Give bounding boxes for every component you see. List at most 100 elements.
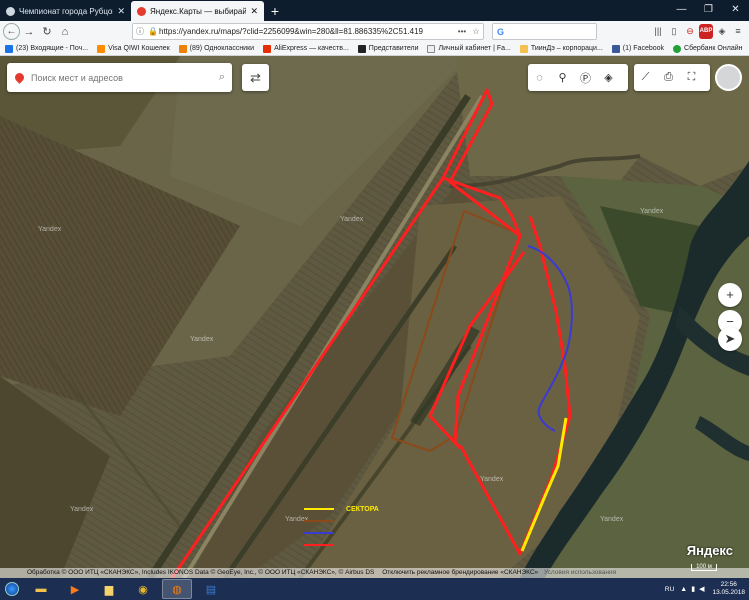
- bookmark-item[interactable]: (23) Входящие - Поч...: [5, 44, 88, 53]
- layers-icon[interactable]: ◈: [597, 71, 620, 84]
- search-icon[interactable]: ⌕: [212, 71, 232, 84]
- map-search-panel: ⌕: [7, 63, 232, 92]
- google-icon: G: [497, 26, 505, 37]
- bookmark-item[interactable]: AliExpress — качеств...: [263, 44, 349, 53]
- taskbar-chrome[interactable]: ◉: [128, 579, 158, 599]
- bookmark-item[interactable]: Сбербанк Онлайн: [673, 44, 742, 53]
- copyright-text: Обработка © ООО ИТЦ «СКАНЭКС», Includes …: [27, 569, 375, 576]
- play-icon: ▶: [70, 583, 80, 596]
- search-bar[interactable]: G: [492, 23, 597, 40]
- disable-branding-link[interactable]: Отключить рекламное брендирование «СКАНЭ…: [382, 569, 538, 576]
- taskbar-explorer[interactable]: ▬: [26, 579, 56, 599]
- navigation-bar: ← → ↻ ⌂ ⓘ 🔒 https://yandex.ru/maps/?clid…: [0, 21, 749, 42]
- zoom-in-button[interactable]: +: [718, 283, 742, 307]
- map-watermark: Yandex: [480, 476, 504, 483]
- language-indicator[interactable]: RU: [665, 586, 674, 593]
- reload-button[interactable]: ↻: [38, 25, 56, 38]
- bookmark-item[interactable]: (1) Facebook: [611, 44, 664, 53]
- tab-championship[interactable]: Чемпионат города Рубцовска по ✕: [0, 1, 131, 21]
- lock-icon: 🔒: [148, 27, 158, 36]
- word-icon: ▤: [205, 583, 217, 596]
- url-text[interactable]: https://yandex.ru/maps/?clid=2256099&win…: [159, 27, 455, 36]
- legend-swatch: [304, 532, 334, 534]
- close-tab-icon[interactable]: ✕: [250, 6, 258, 17]
- route-button[interactable]: ⇄: [242, 64, 269, 91]
- sberbank-icon: [673, 44, 682, 53]
- bookmark-item[interactable]: Личный кабинет | Fa...: [427, 44, 511, 53]
- map-watermark: Yandex: [340, 216, 364, 223]
- home-button[interactable]: ⌂: [56, 26, 74, 38]
- restore-button[interactable]: ❐: [695, 0, 722, 21]
- close-window-button[interactable]: ✕: [722, 0, 749, 21]
- menu-icon[interactable]: ≡: [731, 24, 745, 39]
- shield-icon[interactable]: ◈: [715, 24, 729, 39]
- satellite-imagery[interactable]: [0, 56, 749, 578]
- bookmark-item[interactable]: ТиинДэ – корпораци...: [519, 44, 603, 53]
- yandex-maps-pin-icon: [7, 71, 31, 84]
- avatar[interactable]: [715, 64, 742, 91]
- minimize-button[interactable]: —: [668, 0, 695, 21]
- address-bar[interactable]: ⓘ 🔒 https://yandex.ru/maps/?clid=2256099…: [132, 23, 484, 40]
- globe-icon: [6, 6, 15, 16]
- sidebar-icon[interactable]: ▯: [667, 24, 681, 39]
- tab-title: Яндекс.Карты — выбирайте, гд: [150, 6, 247, 16]
- block-icon[interactable]: ⊖: [683, 24, 697, 39]
- tab-yandex-maps[interactable]: Яндекс.Карты — выбирайте, гд ✕: [131, 1, 264, 21]
- start-button[interactable]: [0, 578, 24, 600]
- bookmark-label: Представители: [368, 45, 419, 52]
- new-tab-button[interactable]: +: [264, 1, 286, 21]
- legend-swatch: [304, 544, 334, 546]
- map-watermark: Yandex: [70, 506, 94, 513]
- parking-icon[interactable]: Ⓟ: [574, 70, 597, 86]
- info-icon[interactable]: ⓘ: [133, 26, 147, 37]
- library-icon[interactable]: |||: [651, 24, 665, 39]
- folder-icon: [519, 44, 528, 53]
- bookmark-label: (89) Одноклассники: [189, 45, 255, 52]
- map-legend: СЕКТОРА: [304, 503, 379, 551]
- map-watermark: Yandex: [190, 336, 214, 343]
- taskbar-media-player[interactable]: ▶: [60, 579, 90, 599]
- network-icon[interactable]: ▮: [691, 585, 695, 593]
- fullscreen-icon[interactable]: ⛶: [680, 71, 703, 84]
- geolocation-button[interactable]: ➤: [718, 327, 742, 351]
- chevron-up-icon[interactable]: ▲: [680, 586, 687, 593]
- bookmark-label: AliExpress — качеств...: [274, 45, 349, 52]
- map-search-input[interactable]: [31, 72, 212, 83]
- adblock-icon[interactable]: ABP: [699, 24, 713, 39]
- map-tools-controls: ⟋ ⎙ ⛶: [634, 64, 710, 91]
- page-actions-icon[interactable]: •••: [455, 27, 469, 36]
- back-button[interactable]: ←: [3, 23, 20, 40]
- taskbar-word[interactable]: ▤: [196, 579, 226, 599]
- traffic-icon[interactable]: ◌: [528, 72, 551, 84]
- map-viewport[interactable]: Yandex Yandex Yandex Yandex Yandex Yande…: [0, 56, 749, 578]
- toolbar-icons: ||| ▯ ⊖ ABP ◈ ≡: [651, 24, 745, 39]
- route-arrows-icon: ⇄: [250, 70, 261, 85]
- taskbar-firefox[interactable]: ◍: [162, 579, 192, 599]
- legend-row: СЕКТОРА: [304, 503, 379, 515]
- folder-icon: [427, 44, 436, 53]
- close-tab-icon[interactable]: ✕: [117, 6, 125, 17]
- bookmark-star-icon[interactable]: ☆: [469, 27, 483, 36]
- map-layers-controls: ◌ ⚲ Ⓟ ◈: [528, 64, 628, 91]
- aliexpress-icon: [263, 44, 272, 53]
- print-icon[interactable]: ⎙: [657, 71, 680, 84]
- tab-strip: Чемпионат города Рубцовска по ✕ Яндекс.К…: [0, 0, 749, 21]
- clock[interactable]: 22:56 13.05.2018: [712, 581, 745, 597]
- legend-swatch: [304, 520, 334, 522]
- bike-icon[interactable]: ⚲: [551, 71, 574, 84]
- chrome-icon: ◉: [138, 583, 148, 596]
- firefox-icon: ◍: [172, 583, 182, 596]
- terms-link[interactable]: Условия использования: [544, 569, 616, 576]
- bookmark-item[interactable]: Представители: [357, 44, 419, 53]
- map-watermark: Yandex: [640, 208, 664, 215]
- volume-icon[interactable]: ◀: [699, 585, 704, 593]
- taskbar-files[interactable]: ▆: [94, 579, 124, 599]
- mail-icon: [5, 44, 13, 53]
- ruler-icon[interactable]: ⟋: [634, 71, 657, 84]
- yandex-logo: Яндекс: [686, 543, 733, 558]
- bookmark-item[interactable]: Visa QIWI Кошелек: [97, 44, 170, 53]
- odnoklassniki-icon: [178, 44, 187, 53]
- legend-row: [304, 539, 379, 551]
- bookmark-item[interactable]: (89) Одноклассники: [178, 44, 255, 53]
- forward-button[interactable]: →: [20, 26, 38, 38]
